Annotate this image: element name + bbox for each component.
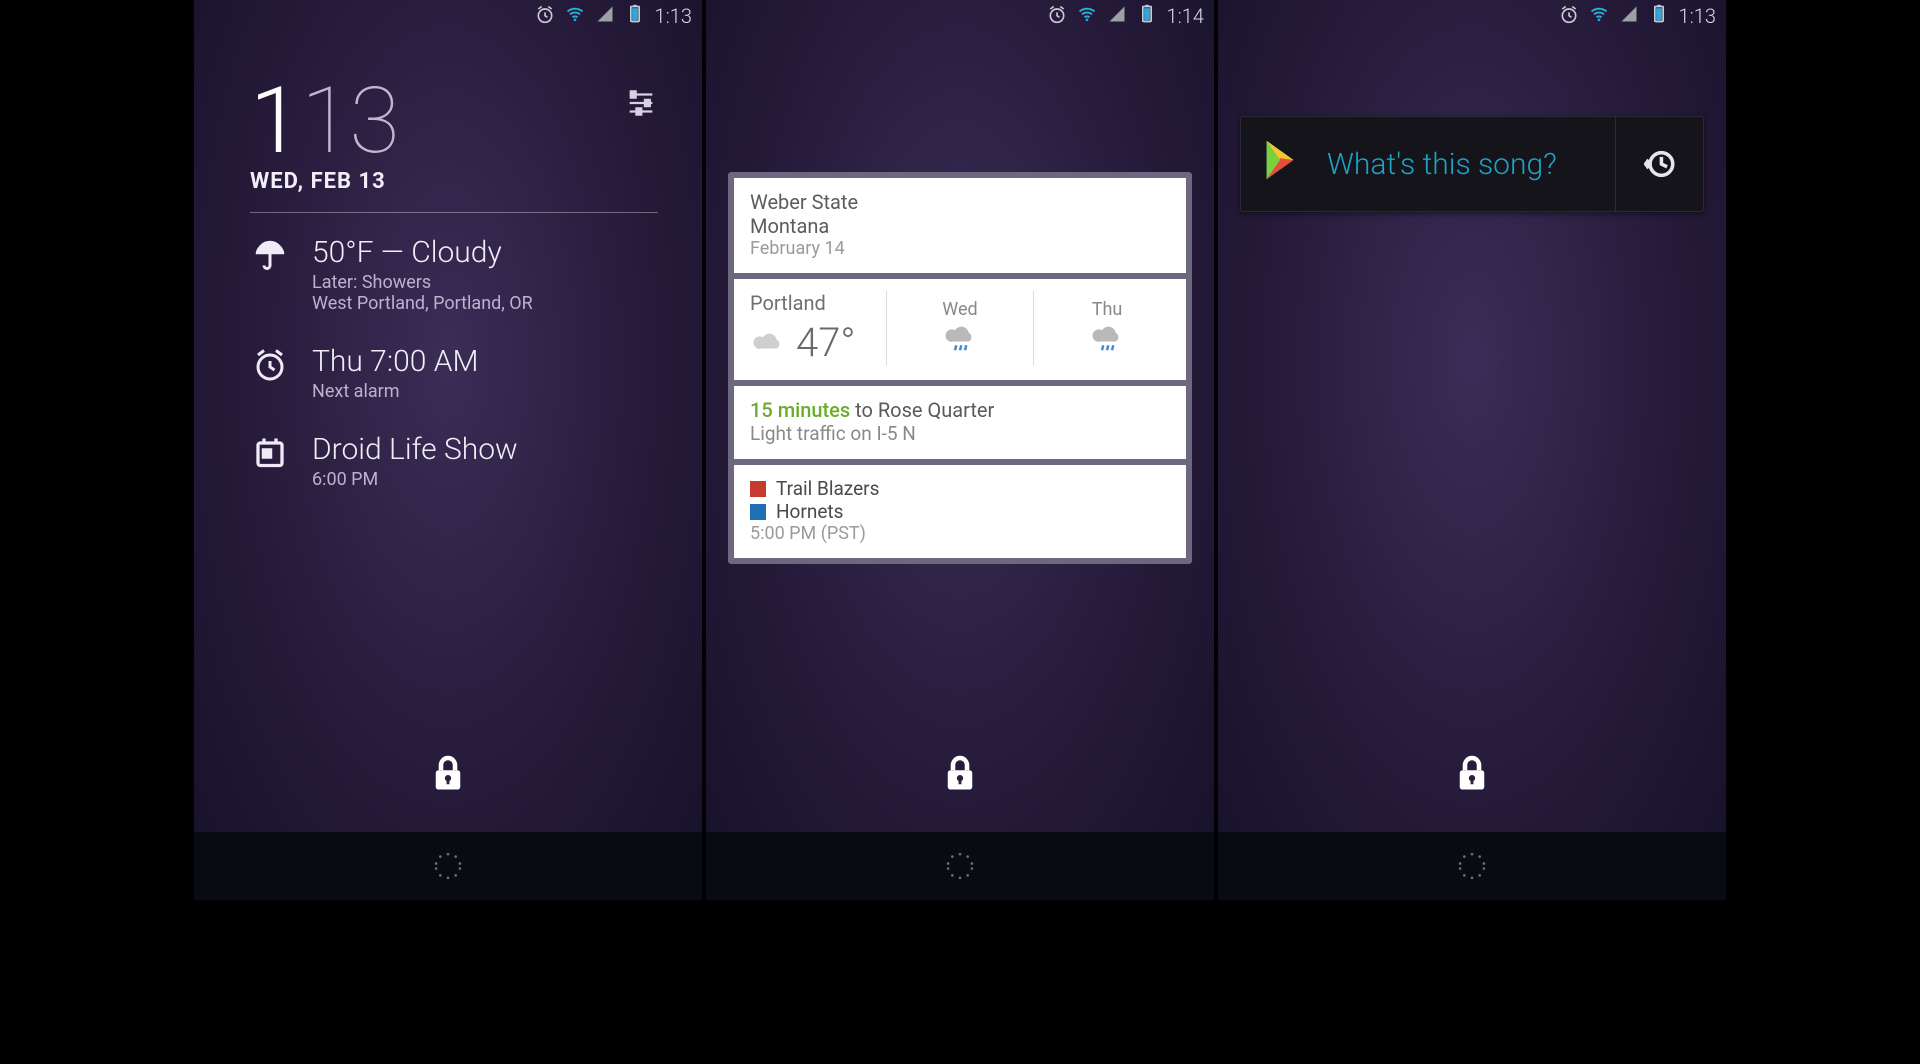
divider	[886, 291, 887, 366]
calendar-icon	[250, 432, 290, 470]
lock-icon	[939, 751, 981, 793]
game-time: 5:00 PM (PST)	[750, 523, 1170, 544]
alarm-icon	[1047, 4, 1067, 29]
status-time: 1:13	[1679, 4, 1716, 28]
wifi-icon	[1077, 4, 1097, 29]
lock-handle[interactable]	[1218, 712, 1726, 832]
extension-weather[interactable]: 50°F — Cloudy Later: Showers West Portla…	[250, 235, 658, 314]
cloud-icon	[750, 319, 786, 366]
extension-alarm[interactable]: Thu 7:00 AM Next alarm	[250, 344, 658, 402]
status-bar: 1:13	[1218, 0, 1726, 32]
battery-icon	[1137, 4, 1157, 29]
lockscreen-sound-search: 1:13 What's this song?	[1218, 0, 1726, 900]
divider	[1033, 291, 1034, 366]
nav-ring-icon	[1455, 849, 1489, 883]
lockscreen-dashclock: 1:13 1 13 WED, FEB 13	[194, 0, 702, 900]
wifi-icon	[565, 4, 585, 29]
clock-date: WED, FEB 13	[250, 169, 658, 194]
event-date: February 14	[750, 238, 1170, 259]
weather-temp: 47°	[796, 319, 856, 366]
now-card-event[interactable]: Weber State Montana February 14	[734, 178, 1186, 273]
sound-search-label: What's this song?	[1327, 147, 1557, 182]
traffic-detail: Light traffic on I-5 N	[750, 422, 1170, 445]
traffic-destination: to Rose Quarter	[850, 398, 994, 422]
google-now-widget[interactable]: Weber State Montana February 14 Portland…	[706, 32, 1214, 564]
umbrella-icon	[250, 235, 290, 273]
google-play-icon	[1259, 137, 1305, 191]
nav-bar	[1218, 832, 1726, 900]
nav-ring-icon	[431, 849, 465, 883]
settings-sliders-icon[interactable]	[624, 86, 658, 124]
weather-later: Later: Showers	[312, 272, 533, 293]
forecast-day-label: Wed	[942, 299, 977, 320]
signal-icon	[1619, 4, 1639, 29]
alarm-label: Next alarm	[312, 381, 478, 402]
forecast-day-label: Thu	[1092, 299, 1123, 320]
status-bar: 1:14	[706, 0, 1214, 32]
status-time: 1:13	[655, 4, 692, 28]
rain-icon	[942, 324, 978, 359]
lock-icon	[1451, 751, 1493, 793]
now-card-traffic[interactable]: 15 minutes to Rose Quarter Light traffic…	[734, 386, 1186, 459]
weather-location: West Portland, Portland, OR	[312, 293, 533, 314]
nav-ring-icon	[943, 849, 977, 883]
status-bar: 1:13	[194, 0, 702, 32]
weather-summary: 50°F — Cloudy	[312, 235, 533, 270]
sound-search-button[interactable]: What's this song?	[1241, 117, 1615, 211]
battery-icon	[1649, 4, 1669, 29]
sound-history-button[interactable]	[1615, 117, 1703, 211]
extension-calendar[interactable]: Droid Life Show 6:00 PM	[250, 432, 658, 490]
clock-minute: 13	[301, 68, 398, 175]
now-card-sports[interactable]: Trail Blazers Hornets 5:00 PM (PST)	[734, 465, 1186, 558]
nav-bar	[706, 832, 1214, 900]
alarm-icon	[535, 4, 555, 29]
team-b: Hornets	[776, 500, 843, 523]
lockscreen-google-now: 1:14 Weber State Montana February 14 Por…	[706, 0, 1214, 900]
alarm-time: Thu 7:00 AM	[312, 344, 478, 379]
clock: 1 13	[250, 68, 398, 175]
lock-icon	[427, 751, 469, 793]
team-a: Trail Blazers	[776, 477, 879, 500]
signal-icon	[595, 4, 615, 29]
team-logo-icon	[750, 481, 766, 497]
divider	[250, 212, 658, 213]
event-title: Weber State	[750, 190, 1170, 214]
now-card-weather[interactable]: Portland 47° Wed	[734, 279, 1186, 380]
event-title: Droid Life Show	[312, 432, 518, 467]
lock-handle[interactable]	[194, 712, 702, 832]
event-time: 6:00 PM	[312, 469, 518, 490]
nav-bar	[194, 832, 702, 900]
battery-icon	[625, 4, 645, 29]
signal-icon	[1107, 4, 1127, 29]
status-time: 1:14	[1167, 4, 1204, 28]
dashclock-widget[interactable]: 1 13 WED, FEB 13 50°F — Cloudy Later: Sh…	[194, 32, 702, 490]
event-subtitle: Montana	[750, 214, 1170, 238]
team-logo-icon	[750, 504, 766, 520]
weather-city: Portland	[750, 291, 876, 315]
alarm-icon	[1559, 4, 1579, 29]
lock-handle[interactable]	[706, 712, 1214, 832]
sound-search-widget: What's this song?	[1240, 116, 1704, 212]
wifi-icon	[1589, 4, 1609, 29]
history-icon	[1643, 147, 1677, 181]
traffic-duration: 15 minutes	[750, 398, 850, 422]
alarm-icon	[250, 344, 290, 382]
clock-hour: 1	[250, 68, 299, 175]
rain-icon	[1089, 324, 1125, 359]
